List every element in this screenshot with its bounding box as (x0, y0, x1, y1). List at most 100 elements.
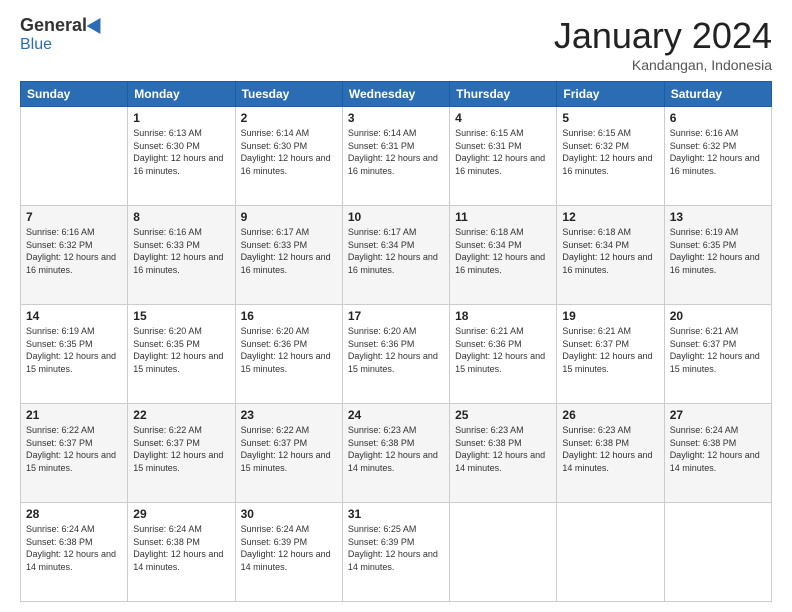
sunset-text: Sunset: 6:34 PM (348, 239, 444, 252)
daylight-text: Daylight: 12 hours and 16 minutes. (241, 152, 337, 177)
daylight-text: Daylight: 12 hours and 15 minutes. (26, 350, 122, 375)
calendar-cell: 3Sunrise: 6:14 AMSunset: 6:31 PMDaylight… (342, 107, 449, 206)
daylight-text: Daylight: 12 hours and 16 minutes. (348, 251, 444, 276)
sunset-text: Sunset: 6:31 PM (455, 140, 551, 153)
day-info: Sunrise: 6:23 AMSunset: 6:38 PMDaylight:… (348, 424, 444, 474)
day-info: Sunrise: 6:23 AMSunset: 6:38 PMDaylight:… (455, 424, 551, 474)
logo-triangle-icon (87, 13, 108, 33)
day-number: 25 (455, 408, 551, 422)
week-row-1: 7Sunrise: 6:16 AMSunset: 6:32 PMDaylight… (21, 206, 772, 305)
day-number: 2 (241, 111, 337, 125)
calendar-cell: 29Sunrise: 6:24 AMSunset: 6:38 PMDayligh… (128, 503, 235, 602)
day-number: 10 (348, 210, 444, 224)
daylight-text: Daylight: 12 hours and 16 minutes. (133, 251, 229, 276)
sunrise-text: Sunrise: 6:16 AM (670, 127, 766, 140)
sunset-text: Sunset: 6:32 PM (26, 239, 122, 252)
column-header-sunday: Sunday (21, 82, 128, 107)
day-info: Sunrise: 6:16 AMSunset: 6:32 PMDaylight:… (670, 127, 766, 177)
sunset-text: Sunset: 6:35 PM (133, 338, 229, 351)
daylight-text: Daylight: 12 hours and 15 minutes. (241, 350, 337, 375)
sunset-text: Sunset: 6:37 PM (241, 437, 337, 450)
day-number: 29 (133, 507, 229, 521)
calendar-cell: 4Sunrise: 6:15 AMSunset: 6:31 PMDaylight… (450, 107, 557, 206)
calendar-body: 1Sunrise: 6:13 AMSunset: 6:30 PMDaylight… (21, 107, 772, 602)
daylight-text: Daylight: 12 hours and 15 minutes. (26, 449, 122, 474)
daylight-text: Daylight: 12 hours and 16 minutes. (562, 152, 658, 177)
daylight-text: Daylight: 12 hours and 14 minutes. (455, 449, 551, 474)
day-number: 17 (348, 309, 444, 323)
calendar-cell: 17Sunrise: 6:20 AMSunset: 6:36 PMDayligh… (342, 305, 449, 404)
calendar-cell: 10 Sunrise: 6:17 AMSunset: 6:34 PMDayligh… (342, 206, 449, 305)
daylight-text: Daylight: 12 hours and 14 minutes. (26, 548, 122, 573)
calendar-cell (450, 503, 557, 602)
sunset-text: Sunset: 6:38 PM (455, 437, 551, 450)
calendar-cell: 28 Sunrise: 6:24 AMSunset: 6:38 PMDayligh… (21, 503, 128, 602)
day-info: Sunrise: 6:21 AMSunset: 6:37 PMDaylight:… (670, 325, 766, 375)
sunset-text: Sunset: 6:38 PM (348, 437, 444, 450)
daylight-text: Daylight: 12 hours and 14 minutes. (348, 449, 444, 474)
day-info: Sunrise: 6:17 AMSunset: 6:33 PMDaylight:… (241, 226, 337, 276)
calendar-table: SundayMondayTuesdayWednesdayThursdayFrid… (20, 81, 772, 602)
day-info: Sunrise: 6:16 AMSunset: 6:32 PMDaylight:… (26, 226, 122, 276)
daylight-text: Daylight: 12 hours and 15 minutes. (348, 350, 444, 375)
day-number: 27 (670, 408, 766, 422)
sunrise-text: Sunrise: 6:13 AM (133, 127, 229, 140)
day-info: Sunrise: 6:24 AMSunset: 6:38 PMDaylight:… (26, 523, 122, 573)
sunset-text: Sunset: 6:37 PM (133, 437, 229, 450)
calendar-cell: 12Sunrise: 6:18 AMSunset: 6:34 PMDayligh… (557, 206, 664, 305)
day-info: Sunrise: 6:24 AMSunset: 6:39 PMDaylight:… (241, 523, 337, 573)
calendar-cell: 2Sunrise: 6:14 AMSunset: 6:30 PMDaylight… (235, 107, 342, 206)
sunset-text: Sunset: 6:33 PM (133, 239, 229, 252)
calendar-cell: 14 Sunrise: 6:19 AMSunset: 6:35 PMDayligh… (21, 305, 128, 404)
day-number: 14 (26, 309, 122, 323)
daylight-text: Daylight: 12 hours and 14 minutes. (670, 449, 766, 474)
sunrise-text: Sunrise: 6:20 AM (133, 325, 229, 338)
sunset-text: Sunset: 6:33 PM (241, 239, 337, 252)
sunset-text: Sunset: 6:37 PM (26, 437, 122, 450)
sunset-text: Sunset: 6:35 PM (26, 338, 122, 351)
calendar-cell: 5 Sunrise: 6:15 AMSunset: 6:32 PMDaylight… (557, 107, 664, 206)
title-block: January 2024 Kandangan, Indonesia (554, 15, 772, 73)
daylight-text: Daylight: 12 hours and 14 minutes. (241, 548, 337, 573)
day-info: Sunrise: 6:15 AMSunset: 6:32 PMDaylight:… (562, 127, 658, 177)
logo-text: General (20, 15, 105, 36)
calendar-cell: 21Sunrise: 6:22 AMSunset: 6:37 PMDayligh… (21, 404, 128, 503)
column-header-wednesday: Wednesday (342, 82, 449, 107)
calendar-cell: 22Sunrise: 6:22 AMSunset: 6:37 PMDayligh… (128, 404, 235, 503)
column-header-saturday: Saturday (664, 82, 771, 107)
sunrise-text: Sunrise: 6:14 AM (348, 127, 444, 140)
header-row: SundayMondayTuesdayWednesdayThursdayFrid… (21, 82, 772, 107)
week-row-0: 1Sunrise: 6:13 AMSunset: 6:30 PMDaylight… (21, 107, 772, 206)
calendar-cell: 13Sunrise: 6:19 AMSunset: 6:35 PMDayligh… (664, 206, 771, 305)
day-info: Sunrise: 6:25 AMSunset: 6:39 PMDaylight:… (348, 523, 444, 573)
day-info: Sunrise: 6:19 AMSunset: 6:35 PMDaylight:… (26, 325, 122, 375)
sunrise-text: Sunrise: 6:21 AM (562, 325, 658, 338)
day-info: Sunrise: 6:16 AMSunset: 6:33 PMDaylight:… (133, 226, 229, 276)
calendar-cell: 24Sunrise: 6:23 AMSunset: 6:38 PMDayligh… (342, 404, 449, 503)
week-row-4: 28 Sunrise: 6:24 AMSunset: 6:38 PMDayligh… (21, 503, 772, 602)
calendar-cell (557, 503, 664, 602)
day-number: 3 (348, 111, 444, 125)
week-row-3: 21Sunrise: 6:22 AMSunset: 6:37 PMDayligh… (21, 404, 772, 503)
sunset-text: Sunset: 6:39 PM (348, 536, 444, 549)
sunrise-text: Sunrise: 6:15 AM (455, 127, 551, 140)
day-number: 26 (562, 408, 658, 422)
calendar-cell: 7Sunrise: 6:16 AMSunset: 6:32 PMDaylight… (21, 206, 128, 305)
day-info: Sunrise: 6:21 AMSunset: 6:36 PMDaylight:… (455, 325, 551, 375)
day-info: Sunrise: 6:13 AMSunset: 6:30 PMDaylight:… (133, 127, 229, 177)
day-number: 19 (562, 309, 658, 323)
day-number: 4 (455, 111, 551, 125)
day-number: 5 (562, 111, 658, 125)
sunrise-text: Sunrise: 6:21 AM (670, 325, 766, 338)
day-info: Sunrise: 6:18 AMSunset: 6:34 PMDaylight:… (562, 226, 658, 276)
sunrise-text: Sunrise: 6:17 AM (348, 226, 444, 239)
calendar-header: SundayMondayTuesdayWednesdayThursdayFrid… (21, 82, 772, 107)
sunrise-text: Sunrise: 6:24 AM (241, 523, 337, 536)
daylight-text: Daylight: 12 hours and 15 minutes. (670, 350, 766, 375)
day-number: 15 (133, 309, 229, 323)
sunset-text: Sunset: 6:38 PM (670, 437, 766, 450)
sunset-text: Sunset: 6:36 PM (348, 338, 444, 351)
sunrise-text: Sunrise: 6:22 AM (133, 424, 229, 437)
day-number: 23 (241, 408, 337, 422)
day-number: 28 (26, 507, 122, 521)
